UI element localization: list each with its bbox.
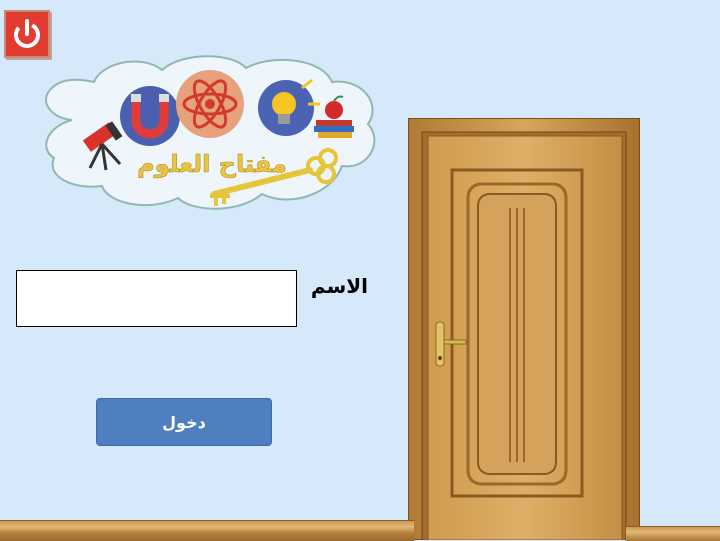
name-input[interactable]	[16, 270, 297, 327]
baseboard-left	[0, 520, 414, 541]
enter-button[interactable]: دخول	[96, 398, 272, 446]
name-label: الاسم	[310, 274, 368, 298]
atom-icon	[176, 70, 244, 138]
science-key-logo: مفتاح العلوم	[45, 55, 376, 210]
magnet-icon	[120, 86, 180, 146]
logo-title: مفتاح العلوم	[137, 150, 287, 178]
baseboard-right	[626, 526, 720, 541]
door	[408, 118, 640, 540]
